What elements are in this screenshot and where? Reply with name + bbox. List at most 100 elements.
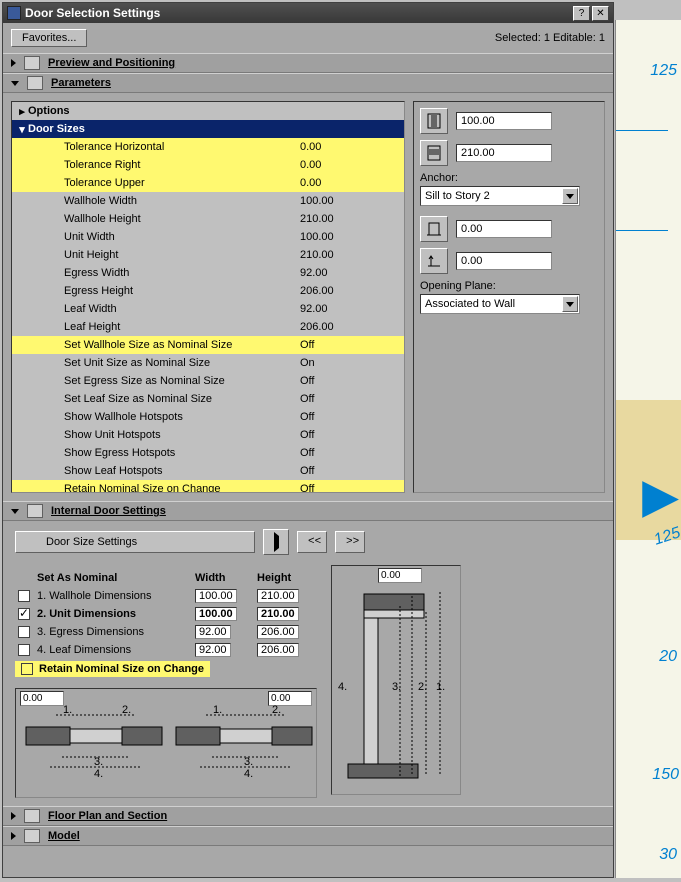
- favorites-button[interactable]: Favorites...: [11, 29, 87, 47]
- param-row[interactable]: Show Egress HotspotsOff: [12, 444, 404, 462]
- close-button[interactable]: ✕: [592, 6, 609, 21]
- section-label: Parameters: [51, 77, 111, 89]
- app-icon: [7, 6, 21, 20]
- width-input[interactable]: [456, 112, 552, 130]
- dimension-label: 2. Unit Dimensions: [37, 608, 191, 620]
- section-preview-positioning[interactable]: Preview and Positioning: [3, 53, 613, 73]
- section-model[interactable]: Model: [3, 826, 613, 846]
- width-field[interactable]: 92.00: [195, 643, 231, 657]
- geometry-panel: Anchor: Sill to Story 2 Opening Plane: A…: [413, 101, 605, 493]
- param-row[interactable]: Set Wallhole Size as Nominal SizeOff: [12, 336, 404, 354]
- svg-text:2.: 2.: [122, 704, 131, 716]
- opening-plane-dropdown[interactable]: Associated to Wall: [420, 294, 580, 314]
- tree-group-options[interactable]: ▸ Options: [12, 102, 404, 120]
- anchor-dropdown[interactable]: Sill to Story 2: [420, 186, 580, 206]
- plan-diagram: 0.00 0.00: [15, 688, 317, 798]
- height-field[interactable]: 206.00: [257, 643, 299, 657]
- nominal-checkbox[interactable]: [18, 644, 30, 656]
- tree-group-doorsizes[interactable]: ▾ Door Sizes: [12, 120, 404, 138]
- col-height-label: Height: [257, 572, 315, 584]
- param-value: 206.00: [300, 285, 400, 297]
- retain-nominal-row[interactable]: Retain Nominal Size on Change: [15, 661, 210, 677]
- svg-text:4.: 4.: [338, 681, 347, 693]
- section-internal-door-settings[interactable]: Internal Door Settings: [3, 501, 613, 521]
- nominal-checkbox[interactable]: [18, 590, 30, 602]
- offset1-input[interactable]: [456, 220, 552, 238]
- param-row[interactable]: Retain Nominal Size on ChangeOff: [12, 480, 404, 492]
- param-row[interactable]: Leaf Height206.00: [12, 318, 404, 336]
- height-field[interactable]: 210.00: [257, 607, 299, 621]
- retain-checkbox[interactable]: [21, 663, 33, 675]
- parameters-icon: [27, 76, 43, 90]
- param-value: Off: [300, 483, 400, 492]
- param-row[interactable]: Set Egress Size as Nominal SizeOff: [12, 372, 404, 390]
- param-row[interactable]: Wallhole Height210.00: [12, 210, 404, 228]
- selection-status: Selected: 1 Editable: 1: [495, 32, 605, 44]
- section-label: Internal Door Settings: [51, 505, 166, 517]
- param-name: Retain Nominal Size on Change: [64, 483, 300, 492]
- param-row[interactable]: Egress Width92.00: [12, 264, 404, 282]
- param-value: 100.00: [300, 231, 400, 243]
- param-value: Off: [300, 411, 400, 423]
- param-row[interactable]: Unit Height210.00: [12, 246, 404, 264]
- param-row[interactable]: Show Leaf HotspotsOff: [12, 462, 404, 480]
- param-row[interactable]: Tolerance Horizontal0.00: [12, 138, 404, 156]
- param-name: Set Egress Size as Nominal Size: [64, 375, 300, 387]
- door-size-settings-button[interactable]: Door Size Settings: [15, 531, 255, 553]
- param-value: 206.00: [300, 321, 400, 333]
- svg-text:4.: 4.: [94, 768, 103, 780]
- col-width-label: Width: [195, 572, 253, 584]
- chevron-right-icon: ▸: [16, 105, 28, 118]
- offset2-input[interactable]: [456, 252, 552, 270]
- param-name: Leaf Height: [64, 321, 300, 333]
- height-input[interactable]: [456, 144, 552, 162]
- nominal-checkbox[interactable]: [18, 626, 30, 638]
- section-label: Floor Plan and Section: [48, 810, 167, 822]
- dimension-label: 1. Wallhole Dimensions: [37, 590, 191, 602]
- param-name: Show Leaf Hotspots: [64, 465, 300, 477]
- chevron-right-icon: [11, 59, 16, 67]
- chevron-right-icon: [11, 812, 16, 820]
- width-icon[interactable]: [420, 108, 448, 134]
- nominal-checkbox[interactable]: [18, 608, 30, 620]
- height-field[interactable]: 210.00: [257, 589, 299, 603]
- param-row[interactable]: Wallhole Width100.00: [12, 192, 404, 210]
- param-row[interactable]: Leaf Width92.00: [12, 300, 404, 318]
- param-row[interactable]: Unit Width100.00: [12, 228, 404, 246]
- width-field[interactable]: 100.00: [195, 589, 237, 603]
- svg-text:1.: 1.: [63, 704, 72, 716]
- height-field[interactable]: 206.00: [257, 625, 299, 639]
- param-name: Tolerance Horizontal: [64, 141, 300, 153]
- height-icon[interactable]: [420, 140, 448, 166]
- param-value: 0.00: [300, 141, 400, 153]
- param-value: 100.00: [300, 195, 400, 207]
- titlebar[interactable]: Door Selection Settings ? ✕: [3, 3, 613, 23]
- parameter-list[interactable]: ▸ Options ▾ Door Sizes Tolerance Horizon…: [11, 101, 405, 493]
- param-row[interactable]: Tolerance Upper0.00: [12, 174, 404, 192]
- param-row[interactable]: Set Unit Size as Nominal SizeOn: [12, 354, 404, 372]
- section-floor-plan[interactable]: Floor Plan and Section: [3, 806, 613, 826]
- help-button[interactable]: ?: [573, 6, 590, 21]
- param-row[interactable]: Egress Height206.00: [12, 282, 404, 300]
- prev-button[interactable]: <<: [297, 531, 327, 553]
- param-row[interactable]: Tolerance Right0.00: [12, 156, 404, 174]
- settings-popup-button[interactable]: [263, 529, 289, 555]
- story-offset-icon[interactable]: [420, 248, 448, 274]
- param-row[interactable]: Show Wallhole HotspotsOff: [12, 408, 404, 426]
- door-size-settings-label: Door Size Settings: [46, 536, 137, 548]
- param-row[interactable]: Show Unit HotspotsOff: [12, 426, 404, 444]
- section-label: Preview and Positioning: [48, 57, 175, 69]
- sill-offset-icon[interactable]: [420, 216, 448, 242]
- width-field[interactable]: 92.00: [195, 625, 231, 639]
- chevron-right-icon: [274, 532, 279, 552]
- width-field[interactable]: 100.00: [195, 607, 237, 621]
- param-row[interactable]: Set Leaf Size as Nominal SizeOff: [12, 390, 404, 408]
- param-name: Set Leaf Size as Nominal Size: [64, 393, 300, 405]
- svg-text:4.: 4.: [244, 768, 253, 780]
- param-name: Leaf Width: [64, 303, 300, 315]
- param-name: Set Unit Size as Nominal Size: [64, 357, 300, 369]
- next-button[interactable]: >>: [335, 531, 365, 553]
- section-parameters[interactable]: Parameters: [3, 73, 613, 93]
- dimension-row: 2. Unit Dimensions 100.00 210.00: [15, 605, 317, 623]
- section-diagram: 0.00 4.3. 2.1.: [331, 565, 461, 795]
